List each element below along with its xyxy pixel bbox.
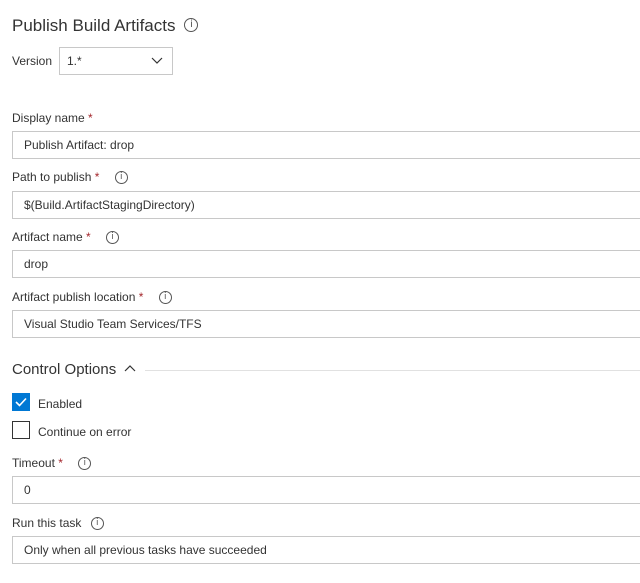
display-name-label: Display name * — [12, 111, 93, 125]
artifact-publish-location-label-text: Artifact publish location — [12, 290, 136, 304]
info-icon[interactable]: i — [78, 457, 92, 471]
control-options-header[interactable]: Control Options — [12, 361, 136, 378]
version-label: Version — [12, 54, 53, 68]
enabled-label[interactable]: Enabled — [38, 397, 82, 411]
artifact-publish-location-label: Artifact publish location * i — [12, 290, 172, 305]
page-title-text: Publish Build Artifacts — [12, 16, 176, 35]
section-divider — [145, 370, 640, 371]
run-this-task-label-text: Run this task — [12, 516, 82, 530]
chevron-up-icon — [124, 365, 136, 372]
path-to-publish-label: Path to publish * i — [12, 170, 128, 185]
continue-on-error-checkbox[interactable] — [12, 421, 30, 439]
control-options-title: Control Options — [12, 361, 117, 378]
continue-on-error-label[interactable]: Continue on error — [38, 425, 131, 439]
required-marker: * — [94, 170, 100, 184]
run-this-task-select[interactable]: Only when all previous tasks have succee… — [12, 536, 640, 564]
required-marker: * — [88, 111, 93, 125]
artifact-name-field[interactable]: drop — [12, 250, 640, 278]
path-to-publish-field[interactable]: $(Build.ArtifactStagingDirectory) — [12, 191, 640, 219]
version-select[interactable]: 1.* — [59, 47, 173, 75]
display-name-field[interactable]: Publish Artifact: drop — [12, 131, 640, 159]
info-icon[interactable]: i — [184, 17, 199, 32]
chevron-down-icon — [151, 57, 163, 64]
timeout-label-text: Timeout — [12, 456, 55, 470]
path-to-publish-label-text: Path to publish — [12, 170, 92, 184]
required-marker: * — [58, 456, 63, 470]
timeout-field[interactable]: 0 — [12, 476, 640, 504]
required-marker: * — [86, 230, 91, 244]
checkmark-icon — [15, 397, 27, 407]
info-icon[interactable]: i — [90, 517, 104, 531]
display-name-label-text: Display name — [12, 111, 85, 125]
page-title: Publish Build Artifacts i — [12, 16, 199, 36]
version-value: 1.* — [67, 54, 82, 68]
enabled-checkbox[interactable] — [12, 393, 30, 411]
info-icon[interactable]: i — [114, 171, 128, 185]
info-icon[interactable]: i — [106, 231, 120, 245]
info-icon[interactable]: i — [158, 291, 172, 305]
artifact-name-label-text: Artifact name — [12, 230, 83, 244]
timeout-label: Timeout * i — [12, 456, 92, 471]
artifact-publish-location-field[interactable]: Visual Studio Team Services/TFS — [12, 310, 640, 338]
required-marker: * — [138, 290, 144, 304]
artifact-name-label: Artifact name * i — [12, 230, 120, 245]
run-this-task-label: Run this task i — [12, 516, 104, 531]
